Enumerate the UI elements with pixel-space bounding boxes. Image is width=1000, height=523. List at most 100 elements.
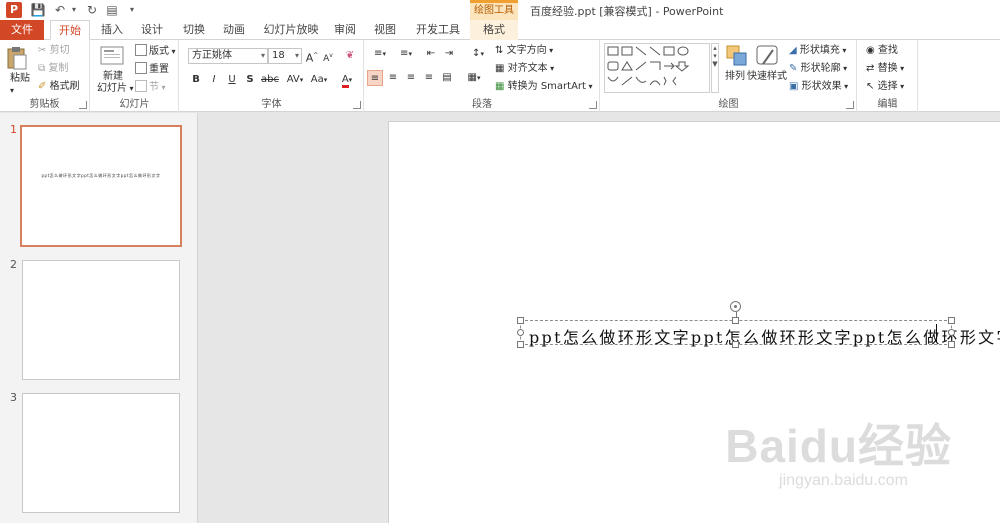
slide-number: 2	[10, 258, 17, 271]
clipboard-group-label: 剪贴板	[29, 99, 60, 110]
clipboard-launcher-icon[interactable]	[79, 101, 87, 109]
text-direction-button[interactable]: ⇅ 文字方向 ▾	[495, 44, 553, 58]
tab-transitions[interactable]: 切换	[176, 20, 212, 40]
shapes-gallery[interactable]	[604, 43, 710, 93]
increase-indent-icon[interactable]: ⇥	[441, 46, 457, 62]
resize-handle-s[interactable]	[732, 341, 739, 348]
align-center-icon[interactable]: ≡	[385, 70, 401, 86]
tab-insert[interactable]: 插入	[94, 20, 130, 40]
select-button[interactable]: ↖ 选择 ▾	[866, 80, 904, 94]
ribbon-tabs: 文件 开始 插入 设计 切换 动画 幻灯片放映 审阅 视图 开发工具 格式	[0, 20, 1000, 40]
shapes-gallery-icons	[607, 46, 690, 86]
bold-button[interactable]: B	[188, 72, 204, 88]
resize-handle-ne[interactable]	[948, 317, 955, 324]
character-spacing-button[interactable]: AV▾	[284, 72, 306, 88]
save-icon[interactable]: 💾	[30, 2, 46, 18]
change-case-button[interactable]: Aa▾	[308, 72, 330, 88]
resize-handle-se[interactable]	[948, 341, 955, 348]
slide-thumbnail-2[interactable]	[22, 260, 180, 380]
resize-handle-e[interactable]	[948, 329, 955, 336]
paragraph-launcher-icon[interactable]	[589, 101, 597, 109]
clear-formatting-icon[interactable]: ❦	[342, 48, 358, 64]
section-icon	[135, 80, 147, 92]
resize-handle-sw[interactable]	[517, 341, 524, 348]
align-left-icon[interactable]: ≡	[367, 70, 383, 86]
numbering-icon[interactable]: ≡▾	[395, 46, 417, 62]
resize-handle-w[interactable]	[517, 329, 524, 336]
title-bar: P 💾 ↶ ▾ ↻ ▤ ▾ 绘图工具 百度经验.ppt [兼容模式] - Pow…	[0, 0, 1000, 20]
grow-font-button[interactable]: A^	[304, 48, 320, 65]
font-group: 方正姚体 ▾ 18 ▾ A^ Av ❦ B I U S abc AV▾ Aa▾ A▾…	[180, 40, 364, 112]
tab-view[interactable]: 视图	[368, 20, 402, 40]
shrink-font-button[interactable]: Av	[320, 48, 336, 64]
paint-bucket-icon: ◢	[789, 45, 797, 56]
shape-outline-button[interactable]: ✎ 形状轮廓 ▾	[789, 62, 847, 76]
align-right-icon[interactable]: ≡	[403, 70, 419, 86]
decrease-indent-icon[interactable]: ⇤	[423, 46, 439, 62]
slide-number: 1	[10, 123, 17, 136]
tab-file[interactable]: 文件	[0, 20, 44, 40]
shadow-button[interactable]: S	[242, 72, 258, 88]
shapes-gallery-scroll[interactable]: ▴ ▾ ▼	[711, 43, 719, 93]
underline-button[interactable]: U	[224, 72, 240, 88]
format-painter-button[interactable]: ✐ 格式刷	[38, 80, 80, 94]
customize-qat-icon[interactable]: ▾	[124, 2, 140, 18]
arrange-icon[interactable]	[725, 44, 751, 68]
strikethrough-button[interactable]: abc	[260, 72, 280, 88]
undo-dropdown-icon[interactable]: ▾	[66, 2, 82, 18]
thumbnail-text: ppt怎么做环形文字ppt怎么做环形文字ppt怎么做环形文字	[41, 173, 161, 178]
replace-icon: ⇄	[866, 63, 875, 74]
font-name-combo[interactable]: 方正姚体 ▾	[188, 48, 268, 64]
reset-button[interactable]: 重置	[135, 62, 169, 77]
convert-smartart-button[interactable]: ▦ 转换为 SmartArt ▾	[495, 80, 593, 94]
layout-button[interactable]: 版式 ▾	[135, 44, 176, 59]
italic-button[interactable]: I	[206, 72, 222, 88]
shape-fill-button[interactable]: ◢ 形状填充 ▾	[789, 44, 846, 58]
line-spacing-icon[interactable]: ↕▾	[467, 46, 489, 62]
cut-button[interactable]: ✂ 剪切	[38, 44, 70, 58]
tab-format[interactable]: 格式	[470, 20, 518, 40]
font-size-combo[interactable]: 18 ▾	[268, 48, 302, 64]
copy-button[interactable]: ⧉ 复制	[38, 62, 68, 76]
find-button[interactable]: ◉ 查找	[866, 44, 898, 58]
tab-developer[interactable]: 开发工具	[410, 20, 466, 40]
paste-icon[interactable]	[6, 46, 32, 70]
tab-animations[interactable]: 动画	[216, 20, 252, 40]
shape-effects-button[interactable]: ▣ 形状效果 ▾	[789, 80, 848, 94]
distributed-icon[interactable]: ▤	[439, 70, 455, 86]
tab-home[interactable]: 开始	[50, 20, 90, 40]
arrange-button[interactable]: 排列	[725, 70, 745, 84]
rotate-handle-icon[interactable]	[730, 301, 741, 312]
justify-icon[interactable]: ≡	[421, 70, 437, 86]
resize-handle-n[interactable]	[732, 317, 739, 324]
ribbon: 粘贴 ▾ ✂ 剪切 ⧉ 复制 ✐ 格式刷 剪贴板 新建 幻灯片 ▾ 版式 ▾ 重…	[0, 40, 1000, 112]
quick-styles-button[interactable]: 快速样式	[747, 70, 787, 84]
redo-icon[interactable]: ↻	[84, 2, 100, 18]
tab-review[interactable]: 审阅	[328, 20, 362, 40]
selected-textbox[interactable]: ppt怎么做环形文字ppt怎么做环形文字ppt怎么做环形文字	[517, 301, 1000, 348]
section-button[interactable]: 节 ▾	[135, 80, 166, 95]
chevron-down-icon: ▾	[260, 51, 265, 60]
tab-design[interactable]: 设计	[134, 20, 170, 40]
text-cursor	[936, 324, 937, 342]
slide-thumbnail-1[interactable]: ppt怎么做环形文字ppt怎么做环形文字ppt怎么做环形文字	[20, 125, 182, 247]
quick-styles-icon[interactable]	[755, 44, 781, 68]
columns-icon[interactable]: ▦▾	[463, 70, 485, 86]
align-text-button[interactable]: ▦ 对齐文本 ▾	[495, 62, 554, 76]
tab-slideshow[interactable]: 幻灯片放映	[260, 20, 322, 40]
font-launcher-icon[interactable]	[353, 101, 361, 109]
new-slide-dropdown[interactable]: 幻灯片 ▾	[97, 82, 134, 96]
new-slide-icon[interactable]	[99, 44, 125, 68]
slide-thumbnail-3[interactable]	[22, 393, 180, 513]
clipboard-group: 粘贴 ▾ ✂ 剪切 ⧉ 复制 ✐ 格式刷 剪贴板	[0, 40, 90, 112]
layout-icon	[135, 44, 147, 56]
resize-handle-nw[interactable]	[517, 317, 524, 324]
replace-button[interactable]: ⇄ 替换 ▾	[866, 62, 904, 76]
drawing-launcher-icon[interactable]	[846, 101, 854, 109]
from-beginning-icon[interactable]: ▤	[104, 2, 120, 18]
slide-thumbnail-pane: 1 ppt怎么做环形文字ppt怎么做环形文字ppt怎么做环形文字 2 3	[0, 113, 198, 523]
font-color-button[interactable]: A▾	[336, 72, 358, 88]
textbox-content[interactable]: ppt怎么做环形文字ppt怎么做环形文字ppt怎么做环形文字	[529, 324, 1000, 348]
paragraph-group-label: 段落	[472, 99, 492, 110]
bullets-icon[interactable]: ≡▾	[369, 46, 391, 62]
